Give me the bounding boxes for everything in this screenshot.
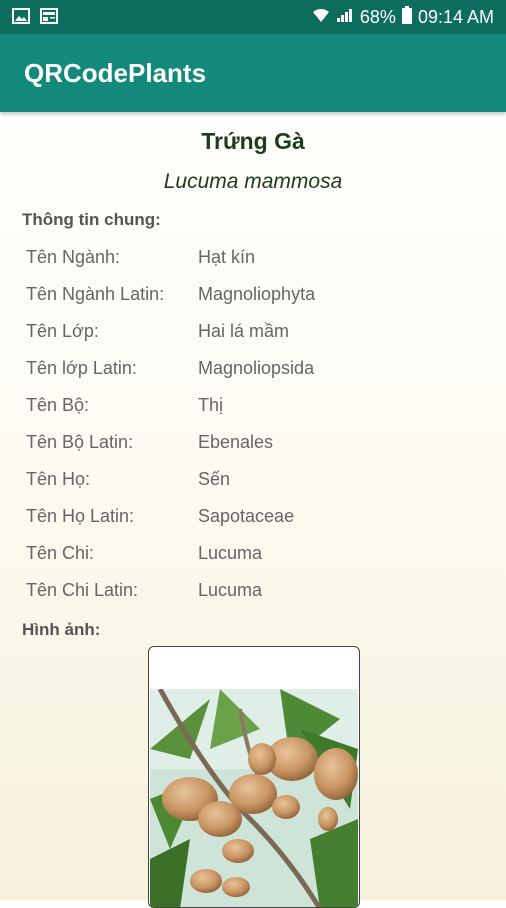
info-label: Tên Bộ Latin:: [26, 432, 134, 452]
clock: 09:14 AM: [417, 7, 494, 27]
plant-image-card[interactable]: [148, 646, 360, 908]
battery-icon: [401, 6, 412, 29]
info-label: Tên Chi:: [26, 543, 95, 563]
info-value: Hạt kín: [198, 247, 256, 267]
info-label: Tên lớp Latin:: [26, 358, 137, 378]
info-value: Hai lá mầm: [198, 321, 290, 341]
info-row: Tên Lớp: Hai lá mầm: [26, 313, 486, 350]
info-value: Sến: [198, 469, 231, 489]
info-row: Tên Ngành: Hạt kín: [26, 239, 486, 276]
battery-percent: 68%: [359, 7, 396, 27]
info-label: Tên Họ Latin:: [26, 506, 135, 526]
plant-name: Trứng Gà: [201, 128, 305, 154]
info-row: Tên Ngành Latin: Magnoliophyta: [26, 276, 486, 313]
info-table: Tên Ngành: Hạt kín Tên Ngành Latin: Magnol…: [26, 239, 486, 609]
info-label: Tên Chi Latin:: [26, 580, 139, 600]
info-value: Sapotaceae: [198, 506, 295, 526]
info-row: Tên Họ: Sến: [26, 461, 486, 498]
info-value: Lucuma: [198, 543, 263, 563]
info-value: Magnoliopsida: [198, 358, 315, 378]
gallery-notification-icon: [12, 8, 30, 29]
info-label: Tên Ngành:: [26, 247, 121, 267]
general-info-heading: Thông tin chung:: [22, 210, 161, 229]
info-value: Magnoliophyta: [198, 284, 316, 304]
news-notification-icon: [40, 8, 58, 29]
info-row: Tên Chi Latin: Lucuma: [26, 572, 486, 609]
info-value: Thị: [198, 395, 224, 415]
info-row: Tên Bộ: Thị: [26, 387, 486, 424]
info-label: Tên Bộ:: [26, 395, 90, 415]
app-title: QRCodePlants: [24, 58, 207, 88]
info-row: Tên Bộ Latin: Ebenales: [26, 424, 486, 461]
plant-photo[interactable]: [150, 689, 358, 908]
signal-icon: [336, 7, 354, 28]
info-row: Tên Chi: Lucuma: [26, 535, 486, 572]
info-label: Tên Lớp:: [26, 321, 99, 341]
status-bar: 68% 09:14 AM: [0, 0, 506, 34]
info-label: Tên Họ:: [26, 469, 91, 489]
info-row: Tên Họ Latin: Sapotaceae: [26, 498, 486, 535]
app-bar: QRCodePlants: [0, 34, 506, 112]
info-label: Tên Ngành Latin:: [26, 284, 165, 304]
plant-detail: Trứng Gà Lucuma mammosa Thông tin chung:…: [0, 112, 506, 908]
info-value: Ebenales: [198, 432, 274, 452]
plant-latin-name: Lucuma mammosa: [163, 170, 343, 193]
info-value: Lucuma: [198, 580, 263, 600]
info-row: Tên lớp Latin: Magnoliopsida: [26, 350, 486, 387]
wifi-icon: [312, 7, 330, 28]
images-heading: Hình ảnh:: [22, 620, 101, 639]
